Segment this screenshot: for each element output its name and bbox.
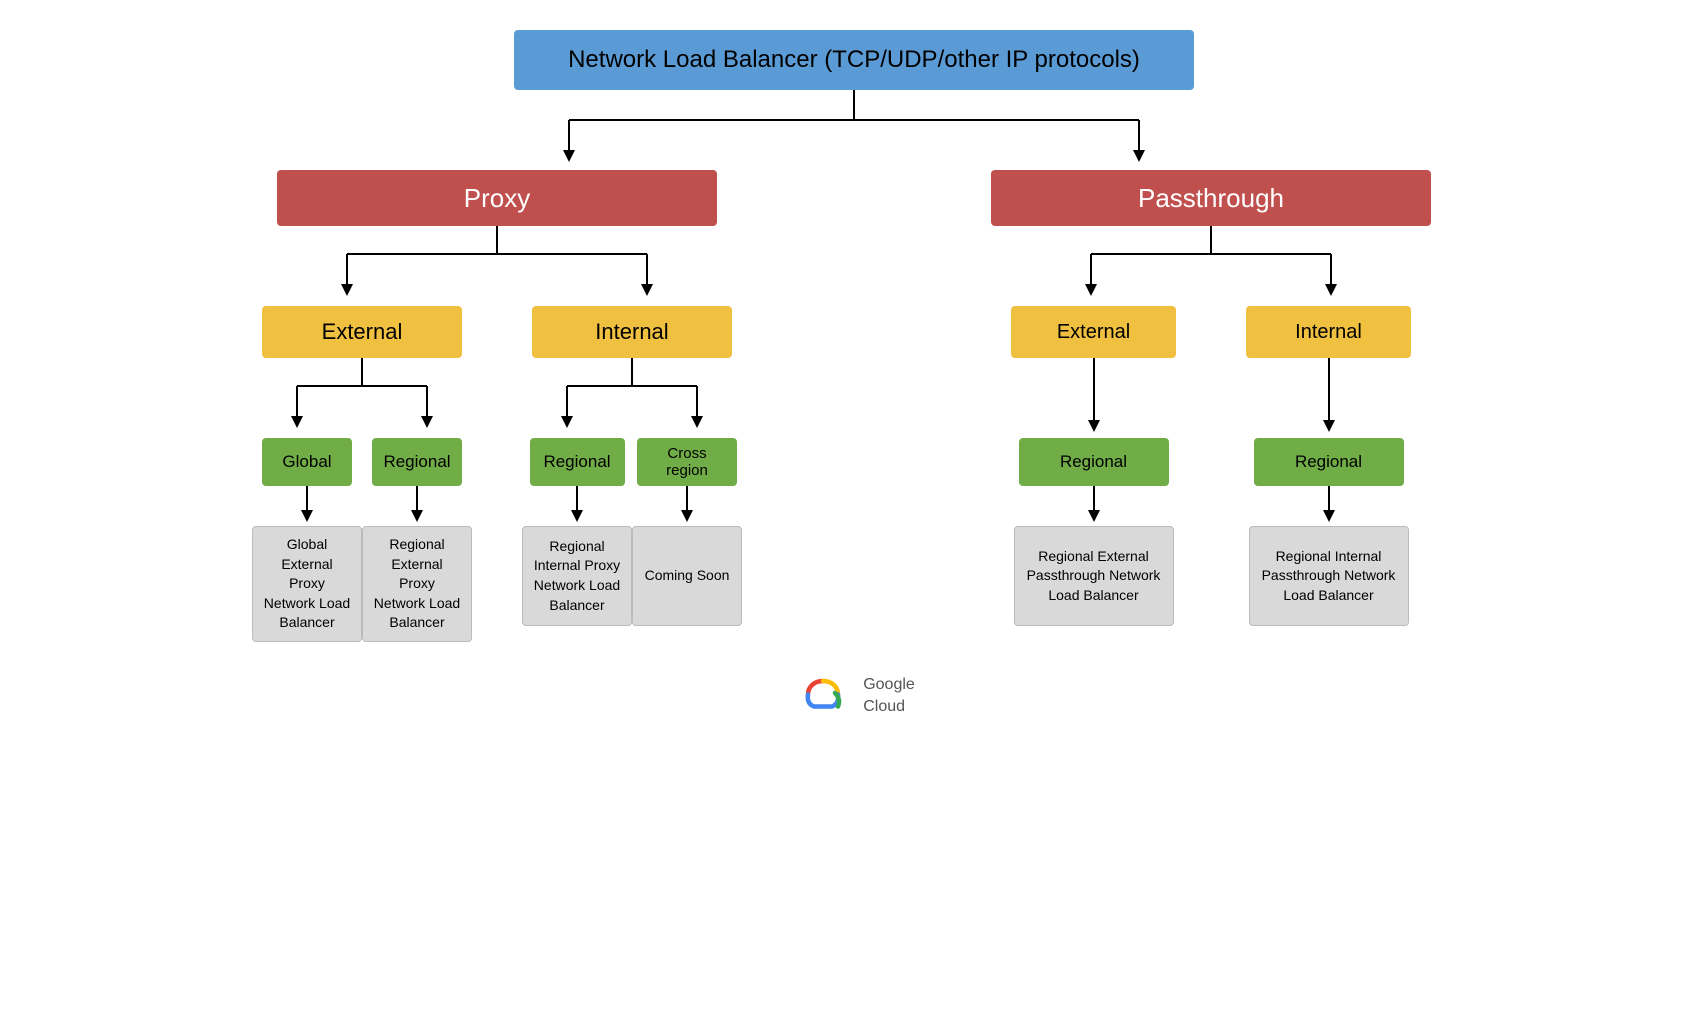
leaf-regional-int-passthrough: Regional Internal Passthrough Network Lo… xyxy=(1249,526,1409,626)
leaf-regional-ext-passthrough: Regional External Passthrough Network Lo… xyxy=(1014,526,1174,626)
proxy-node: Proxy xyxy=(277,170,717,226)
proxy-internal-node: Internal xyxy=(532,306,732,358)
leaf-regional-ext-proxy: Regional External Proxy Network Load Bal… xyxy=(362,526,472,642)
google-cloud-icon xyxy=(793,672,853,720)
proxy-int-regional-node: Regional xyxy=(530,438,625,486)
proxy-int-cross-node: Cross region xyxy=(637,438,737,486)
passthrough-int-regional-node: Regional xyxy=(1254,438,1404,486)
leaf-regional-int-proxy: Regional Internal Proxy Network Load Bal… xyxy=(522,526,632,626)
passthrough-ext-regional-node: Regional xyxy=(1019,438,1169,486)
proxy-ext-regional-node: Regional xyxy=(372,438,462,486)
google-cloud-label: GoogleCloud xyxy=(863,674,915,719)
root-connector xyxy=(404,90,1304,170)
passthrough-external-node: External xyxy=(1011,306,1176,358)
passthrough-internal-node: Internal xyxy=(1246,306,1411,358)
passthrough-node: Passthrough xyxy=(991,170,1431,226)
google-cloud-footer: GoogleCloud xyxy=(793,672,915,720)
root-node: Network Load Balancer (TCP/UDP/other IP … xyxy=(514,30,1194,90)
proxy-connector xyxy=(257,226,737,306)
leaf-global-ext-proxy: Global External Proxy Network Load Balan… xyxy=(252,526,362,642)
passthrough-connector xyxy=(1001,226,1421,306)
proxy-ext-connector xyxy=(257,358,467,438)
diagram: Network Load Balancer (TCP/UDP/other IP … xyxy=(20,30,1688,720)
proxy-external-node: External xyxy=(262,306,462,358)
leaf-coming-soon: Coming Soon xyxy=(632,526,742,626)
proxy-ext-global-node: Global xyxy=(262,438,352,486)
proxy-int-connector xyxy=(527,358,737,438)
